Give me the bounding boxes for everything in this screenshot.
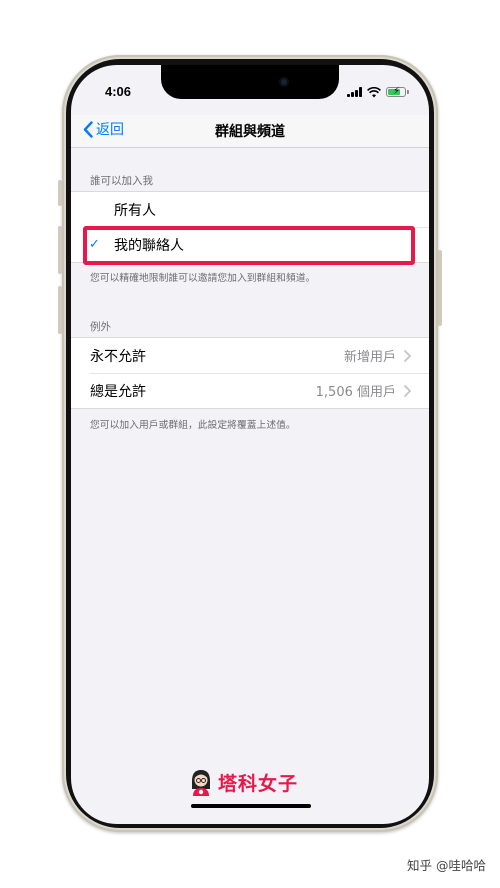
chevron-right-icon — [404, 385, 411, 397]
row-value: 新增用戶 — [343, 350, 396, 365]
exceptions-group: 永不允許 新增用戶 總是允許 1,506 個用戶 — [71, 337, 429, 409]
navigation-bar: 返回 群組與頻道 — [71, 115, 429, 148]
site-watermark: 知乎 @哇哈哈 — [407, 858, 486, 873]
section-header-who-can-add: 誰可以加入我 — [90, 175, 153, 187]
battery-tip — [407, 90, 409, 94]
side-button-volume-up — [58, 226, 62, 274]
status-icons: ⚡ — [347, 85, 409, 99]
wifi-icon — [367, 86, 381, 97]
page-title: 群組與頻道 — [215, 124, 285, 140]
highlight-annotation-box — [83, 226, 415, 265]
girl-avatar-icon — [192, 770, 210, 796]
watermark-logo: 塔科女子 — [188, 767, 298, 797]
row-value: 1,506 個用戶 — [315, 385, 396, 400]
row-always-allow[interactable]: 總是允許 1,506 個用戶 — [71, 373, 429, 408]
who-can-add-note: 您可以精確地限制誰可以邀請您加入到群組和頻道。 — [90, 273, 316, 284]
notch — [161, 65, 339, 99]
cellular-signal-icon — [347, 87, 362, 97]
chevron-right-icon — [404, 350, 411, 362]
front-camera-icon — [279, 77, 289, 87]
battery-charging-icon: ⚡ — [386, 86, 406, 97]
option-label: 所有人 — [114, 202, 156, 219]
row-never-allow[interactable]: 永不允許 新增用戶 — [71, 338, 429, 373]
row-label: 總是允許 — [90, 383, 146, 400]
home-indicator — [191, 804, 311, 808]
row-label: 永不允許 — [90, 348, 146, 365]
phone-screen: 4:06 ⚡ 返回 群組與頻道 誰可以加入我 所有人 ✓ 我的聯絡人 您可以精確… — [71, 65, 429, 824]
side-button-mute — [58, 180, 62, 206]
section-header-exceptions: 例外 — [90, 321, 111, 333]
option-everyone[interactable]: 所有人 — [71, 192, 429, 227]
side-button-volume-down — [58, 286, 62, 334]
logo-text: 塔科女子 — [218, 772, 299, 795]
exceptions-note: 您可以加入用戶或群組，此設定將覆蓋上述值。 — [90, 420, 296, 431]
status-time: 4:06 — [105, 84, 132, 99]
side-button-power — [438, 250, 442, 326]
